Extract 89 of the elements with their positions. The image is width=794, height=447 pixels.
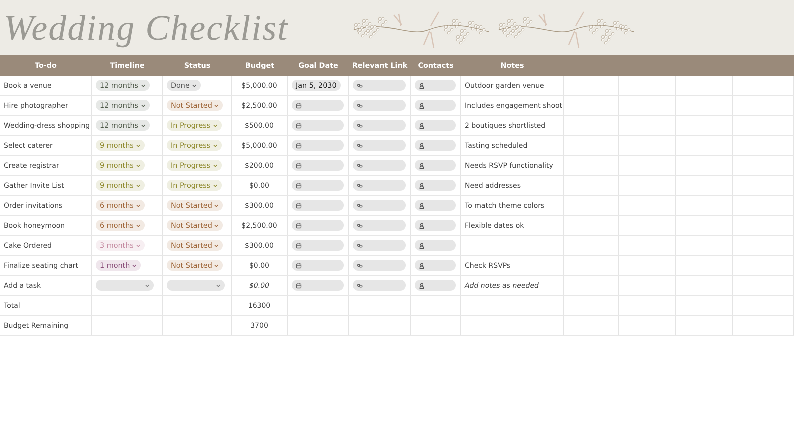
caret-icon: [136, 204, 141, 208]
contact-field[interactable]: [415, 160, 456, 171]
page-title: Wedding Checklist: [4, 6, 289, 48]
person-icon: [419, 262, 425, 268]
link-field[interactable]: [353, 80, 406, 91]
link-icon: [357, 162, 363, 168]
calendar-icon: [296, 202, 302, 208]
caret-icon: [212, 144, 218, 148]
date-field[interactable]: [292, 120, 344, 131]
caret-icon: [212, 184, 218, 188]
link-field[interactable]: [353, 220, 406, 231]
contact-field[interactable]: [415, 280, 456, 291]
caret-icon: [212, 124, 218, 128]
link-icon: [357, 242, 363, 248]
caret-icon: [136, 224, 141, 228]
link-icon: [357, 82, 363, 88]
contact-field[interactable]: [415, 240, 456, 251]
caret-icon: [214, 204, 220, 208]
link-icon: [357, 182, 363, 188]
calendar-icon: [296, 142, 302, 148]
caret-icon: [136, 184, 141, 188]
caret-icon: [212, 164, 218, 168]
date-field[interactable]: [292, 260, 344, 271]
calendar-icon: [296, 162, 302, 168]
link-field[interactable]: [353, 140, 406, 151]
person-icon: [419, 162, 425, 168]
link-field[interactable]: [353, 160, 406, 171]
person-icon: [419, 282, 425, 288]
calendar-icon: [296, 122, 302, 128]
caret-icon: [136, 144, 141, 148]
caret-icon: [132, 264, 138, 268]
calendar-icon: [296, 102, 302, 108]
calendar-icon: [296, 182, 302, 188]
link-icon: [357, 262, 363, 268]
link-field[interactable]: [353, 100, 406, 111]
caret-icon: [136, 164, 141, 168]
caret-icon: [214, 244, 220, 248]
caret-icon: [214, 264, 220, 268]
caret-icon: [140, 84, 146, 88]
contact-field[interactable]: [415, 80, 456, 91]
date-field[interactable]: [292, 240, 344, 251]
contact-field[interactable]: [415, 120, 456, 131]
calendar-icon: [296, 282, 302, 288]
link-icon: [357, 282, 363, 288]
date-field[interactable]: [292, 280, 344, 291]
caret-icon: [192, 84, 197, 88]
person-icon: [419, 242, 425, 248]
date-field[interactable]: [292, 180, 344, 191]
caret-icon: [216, 284, 221, 288]
link-icon: [357, 222, 363, 228]
dropdown-field[interactable]: [167, 280, 225, 291]
caret-icon: [214, 104, 220, 108]
link-field[interactable]: [353, 200, 406, 211]
date-field[interactable]: [292, 160, 344, 171]
link-field[interactable]: [353, 260, 406, 271]
link-field[interactable]: [353, 120, 406, 131]
person-icon: [419, 222, 425, 228]
link-field[interactable]: [353, 240, 406, 251]
link-icon: [357, 102, 363, 108]
link-icon: [357, 142, 363, 148]
contact-field[interactable]: [415, 100, 456, 111]
link-field[interactable]: [353, 180, 406, 191]
contact-field[interactable]: [415, 140, 456, 151]
person-icon: [419, 142, 425, 148]
person-icon: [419, 82, 425, 88]
date-field[interactable]: [292, 140, 344, 151]
contact-field[interactable]: [415, 200, 456, 211]
date-field[interactable]: [292, 220, 344, 231]
contact-field[interactable]: [415, 260, 456, 271]
caret-icon: [140, 104, 146, 108]
calendar-icon: [296, 222, 302, 228]
caret-icon: [136, 244, 141, 248]
person-icon: [419, 202, 425, 208]
caret-icon: [214, 224, 220, 228]
contact-field[interactable]: [415, 180, 456, 191]
dropdown-field[interactable]: [96, 280, 154, 291]
calendar-icon: [296, 262, 302, 268]
person-icon: [419, 122, 425, 128]
link-icon: [357, 202, 363, 208]
caret-icon: [145, 284, 150, 288]
date-field[interactable]: [292, 100, 344, 111]
person-icon: [419, 182, 425, 188]
link-icon: [357, 122, 363, 128]
date-field[interactable]: [292, 200, 344, 211]
link-field[interactable]: [353, 280, 406, 291]
person-icon: [419, 102, 425, 108]
caret-icon: [140, 124, 146, 128]
calendar-icon: [296, 242, 302, 248]
contact-field[interactable]: [415, 220, 456, 231]
